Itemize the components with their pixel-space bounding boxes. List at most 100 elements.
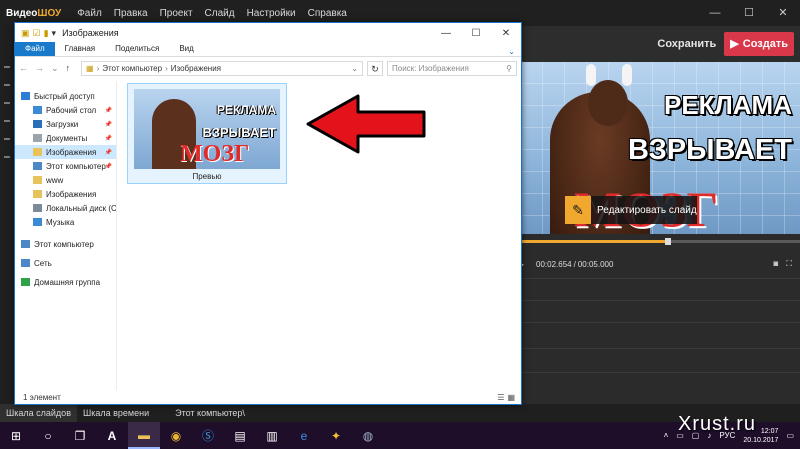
- minimize-icon[interactable]: —: [431, 28, 461, 39]
- time-separator: /: [573, 259, 576, 269]
- close-icon[interactable]: ✕: [766, 0, 800, 26]
- sidebar-item[interactable]: Изображения: [15, 187, 116, 201]
- edit-slide-button[interactable]: ✎ Редактировать слайд: [565, 196, 697, 224]
- file-name: Превью: [192, 172, 222, 181]
- recent-dropdown-icon[interactable]: ⌄: [51, 63, 59, 74]
- create-button[interactable]: ▶ Создать: [724, 32, 794, 56]
- time-total: 00:05.000: [577, 259, 614, 269]
- font-app-icon[interactable]: A: [96, 422, 128, 449]
- tab-time-timeline[interactable]: Шкала времени: [77, 404, 155, 422]
- breadcrumb-pictures[interactable]: Изображения: [171, 64, 221, 73]
- menu-project[interactable]: Проект: [154, 8, 199, 19]
- sidebar-item[interactable]: Этот компьютер: [15, 237, 116, 251]
- details-view-icon[interactable]: ☰: [497, 393, 504, 402]
- search-icon[interactable]: ○: [32, 422, 64, 449]
- breadcrumb-separator: ›: [165, 63, 168, 73]
- item-count: 1 элемент: [23, 393, 61, 402]
- chevron-up-icon[interactable]: ˄: [664, 431, 669, 440]
- breadcrumb-this-pc[interactable]: Этот компьютер: [102, 64, 162, 73]
- sidebar-item[interactable]: Документы 📌: [15, 131, 116, 145]
- sidebar-item[interactable]: Изображения 📌: [15, 145, 116, 159]
- sidebar-item[interactable]: Этот компьютер 📌: [15, 159, 116, 173]
- red-arrow-icon: [306, 94, 426, 154]
- notepad-icon[interactable]: ▤: [224, 422, 256, 449]
- magic-wand-icon[interactable]: ✦: [320, 422, 352, 449]
- menu-settings[interactable]: Настройки: [241, 8, 302, 19]
- pictures-icon: [33, 148, 42, 156]
- video-show-icon[interactable]: ◍: [352, 422, 384, 449]
- chevron-down-icon[interactable]: ▾: [52, 28, 57, 39]
- maximize-icon[interactable]: ☐: [461, 28, 491, 39]
- snapshot-icon[interactable]: ◙: [774, 259, 779, 269]
- playback-progress[interactable]: [520, 238, 800, 245]
- computer-icon: [21, 240, 30, 248]
- forward-arrow-icon[interactable]: →: [35, 63, 44, 74]
- sidebar-item-label: Музыка: [46, 217, 75, 227]
- navigation-pane: Быстрый доступ Рабочий стол 📌 Загрузки 📌 Доку…: [15, 81, 117, 390]
- create-label: Создать: [742, 38, 788, 50]
- search-input[interactable]: Поиск: Изображения ⚲: [387, 60, 517, 76]
- menu-help[interactable]: Справка: [302, 8, 353, 19]
- fullscreen-icon[interactable]: ⛶: [786, 259, 792, 269]
- sidebar-item[interactable]: Домашняя группа: [15, 275, 116, 289]
- sidebar-item[interactable]: www: [15, 173, 116, 187]
- chrome-icon[interactable]: ◉: [160, 422, 192, 449]
- sidebar-item[interactable]: Музыка: [15, 215, 116, 229]
- start-icon[interactable]: ⊞: [0, 422, 32, 449]
- new-folder-icon[interactable]: ▮: [44, 28, 49, 39]
- address-row: ← → ⌄ ↑ ▦ › Этот компьютер › Изображения…: [15, 57, 521, 79]
- address-dropdown-icon[interactable]: ⌄: [351, 64, 358, 73]
- tab-share[interactable]: Поделиться: [105, 42, 169, 56]
- pin-icon[interactable]: 📌: [105, 135, 112, 142]
- minimize-icon[interactable]: —: [698, 0, 732, 26]
- sidebar-item[interactable]: Загрузки 📌: [15, 117, 116, 131]
- address-bar[interactable]: ▦ › Этот компьютер › Изображения ⌄: [81, 60, 363, 76]
- preview-caption-1: РЕКЛАМА: [663, 90, 792, 120]
- document-icon[interactable]: ▥: [256, 422, 288, 449]
- menu-edit[interactable]: Правка: [108, 8, 154, 19]
- up-arrow-icon[interactable]: ↑: [66, 63, 71, 74]
- properties-icon[interactable]: ☑: [33, 28, 41, 39]
- documents-icon: [33, 134, 42, 142]
- menu-slide[interactable]: Слайд: [199, 8, 241, 19]
- pin-icon[interactable]: 📌: [105, 149, 112, 156]
- watermark: Xrust.ru: [678, 413, 757, 435]
- ribbon-expand-icon[interactable]: ⌄: [508, 47, 521, 56]
- maximize-icon[interactable]: ☐: [732, 0, 766, 26]
- close-icon[interactable]: ✕: [491, 28, 521, 39]
- progress-handle[interactable]: [665, 238, 672, 245]
- tab-file[interactable]: Файл: [15, 42, 55, 56]
- preview-caption-2: ВЗРЫВАЕТ: [628, 134, 792, 166]
- large-icons-view-icon[interactable]: ▦: [507, 393, 515, 402]
- pictures-icon: [33, 190, 42, 198]
- file-explorer-icon[interactable]: ▬: [128, 422, 160, 449]
- horn-left: [586, 64, 596, 86]
- sidebar-item[interactable]: Сеть: [15, 256, 116, 270]
- sidebar-item-label: Документы: [46, 133, 88, 143]
- pictures-icon: ▦: [86, 63, 94, 73]
- edge-icon[interactable]: e: [288, 422, 320, 449]
- pin-icon[interactable]: 📌: [105, 107, 112, 114]
- menu-file[interactable]: Файл: [71, 8, 108, 19]
- left-panel-strip: [0, 26, 14, 404]
- refresh-icon[interactable]: ↻: [367, 60, 383, 76]
- pin-icon[interactable]: 📌: [105, 163, 112, 170]
- tab-home[interactable]: Главная: [55, 42, 105, 56]
- sidebar-item[interactable]: Локальный диск (C:: [15, 201, 116, 215]
- time-display: ▸ 00:02.654 / 00:05.000 ◙ ⛶: [520, 257, 800, 271]
- notifications-icon[interactable]: ▭: [786, 431, 794, 440]
- file-item[interactable]: РЕКЛАМА ВЗРЫВАЕТ МОЗГ Превью: [127, 83, 287, 184]
- skype-icon[interactable]: Ⓢ: [192, 422, 224, 449]
- star-icon: [21, 92, 30, 100]
- tab-slides-timeline[interactable]: Шкала слайдов: [0, 404, 77, 422]
- app-window-controls: — ☐ ✕: [698, 0, 800, 26]
- sidebar-item[interactable]: Рабочий стол 📌: [15, 103, 116, 117]
- save-button[interactable]: Сохранить: [657, 38, 716, 50]
- back-arrow-icon[interactable]: ←: [19, 63, 28, 74]
- thumb-caption-1: РЕКЛАМА: [216, 103, 276, 117]
- task-view-icon[interactable]: ❐: [64, 422, 96, 449]
- sidebar-item[interactable]: Быстрый доступ: [15, 89, 116, 103]
- pin-icon[interactable]: 📌: [105, 121, 112, 128]
- ribbon-tabs: Файл Главная Поделиться Вид ⌄: [15, 42, 521, 57]
- tab-view[interactable]: Вид: [169, 42, 203, 56]
